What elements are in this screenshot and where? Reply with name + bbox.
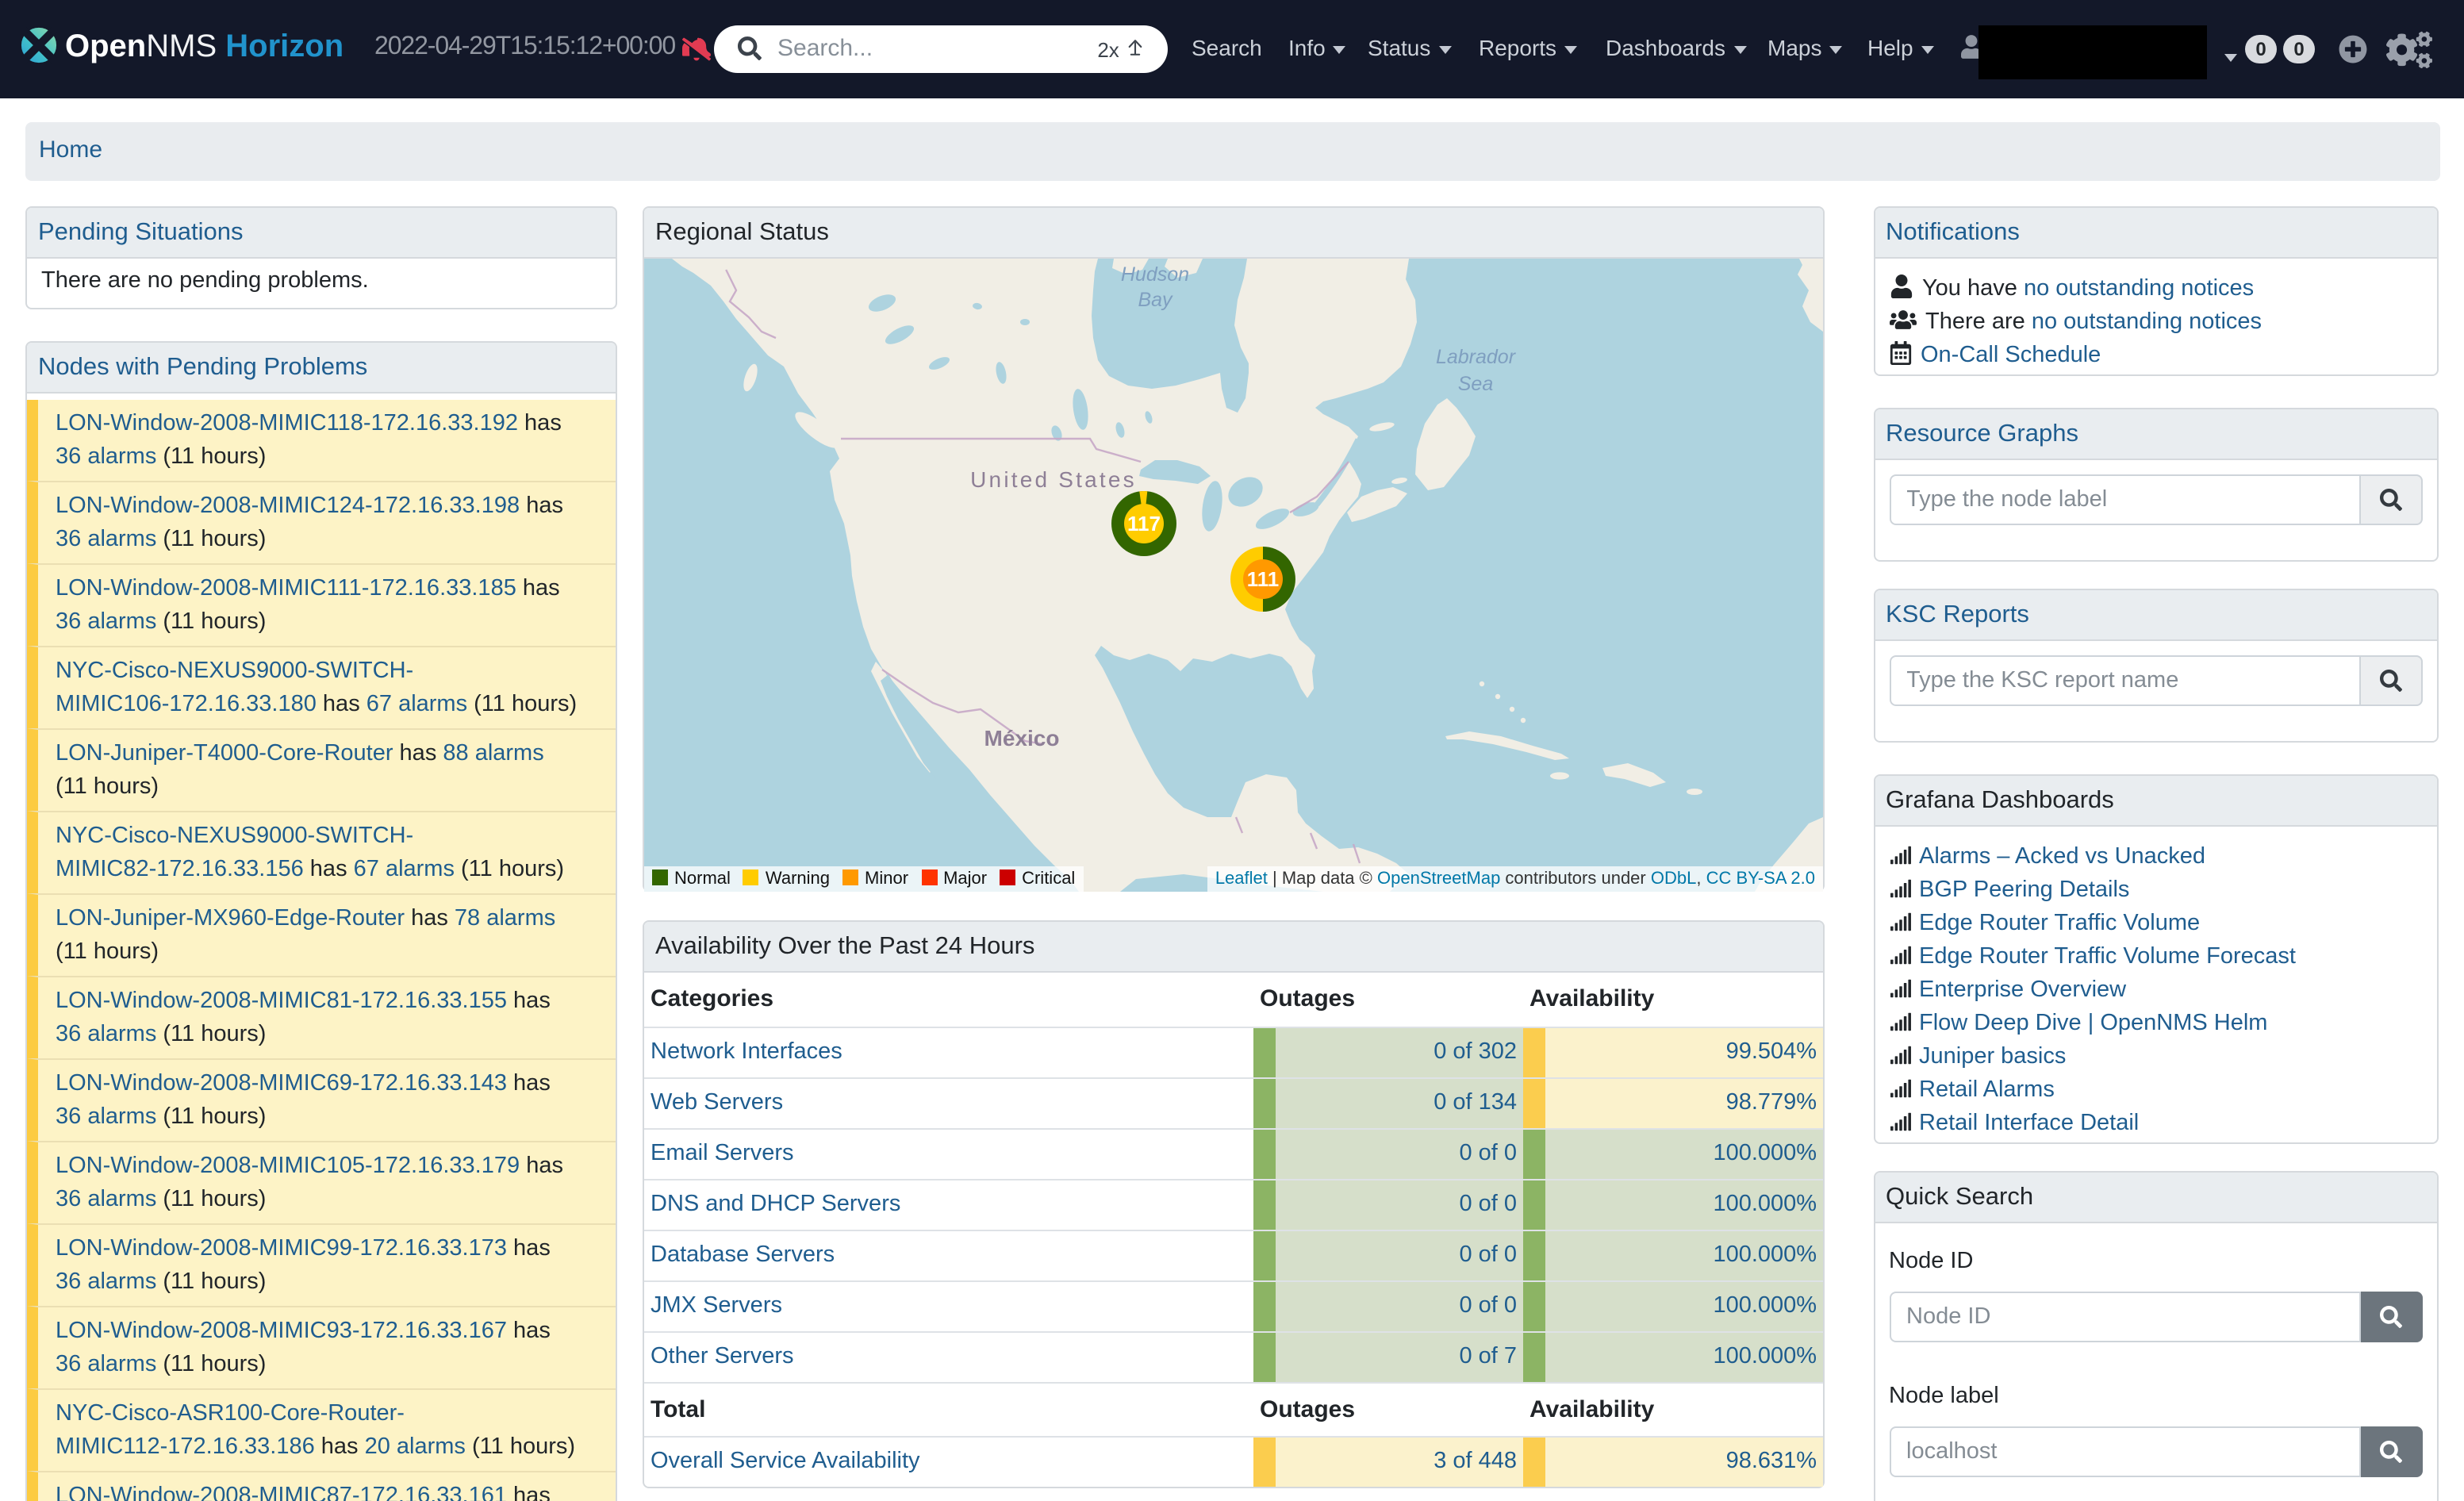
svg-text:Hudson: Hudson [1121,263,1189,286]
svg-text:111: 111 [1247,567,1280,591]
svg-text:Bay: Bay [1138,289,1173,311]
svg-text:México: México [984,726,1060,750]
svg-text:Sea: Sea [1458,373,1494,395]
svg-text:United States: United States [970,467,1137,492]
svg-text:Labrador: Labrador [1436,346,1517,368]
svg-text:117: 117 [1127,512,1161,536]
